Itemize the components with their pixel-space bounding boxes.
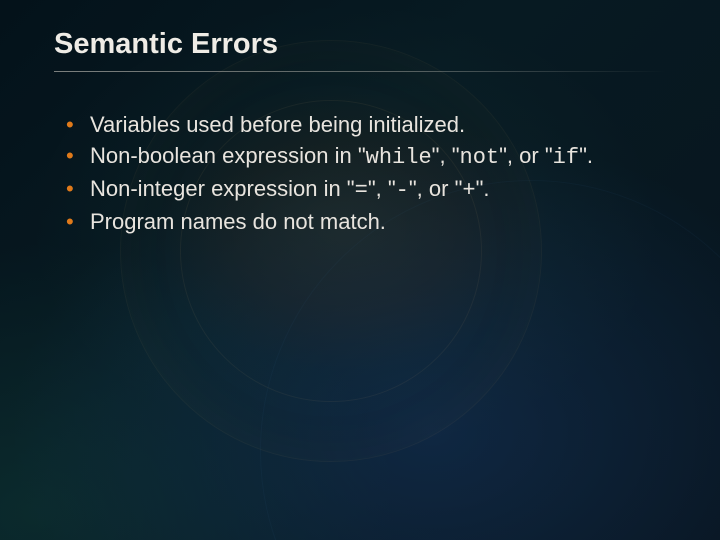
code-token: while: [366, 145, 432, 170]
bullet-text: Non-boolean expression in ": [90, 143, 366, 168]
code-token: not: [460, 145, 500, 170]
title-underline: [54, 71, 666, 72]
bullet-text: ", ": [368, 176, 396, 201]
bullet-text: ", ": [432, 143, 460, 168]
slide-title: Semantic Errors: [54, 28, 666, 67]
bullet-list: Variables used before being initialized.…: [54, 110, 666, 236]
bullet-text: Program names do not match.: [90, 209, 386, 234]
slide: Semantic Errors Variables used before be…: [0, 0, 720, 540]
code-token: =: [355, 178, 368, 203]
bg-swirl: [120, 40, 542, 462]
bullet-text: Variables used before being initialized.: [90, 112, 465, 137]
bullet-item: Program names do not match.: [64, 207, 660, 236]
bullet-item: Variables used before being initialized.: [64, 110, 660, 139]
bullet-item: Non-boolean expression in "while", "not"…: [64, 141, 660, 172]
bullet-item: Non-integer expression in "=", "-", or "…: [64, 174, 660, 205]
bullet-text: ".: [579, 143, 593, 168]
code-token: +: [462, 178, 475, 203]
code-token: -: [396, 178, 409, 203]
code-token: if: [553, 145, 579, 170]
bullet-text: ", or ": [409, 176, 463, 201]
bullet-text: ", or ": [499, 143, 553, 168]
bullet-text: Non-integer expression in ": [90, 176, 355, 201]
bullet-text: ".: [476, 176, 490, 201]
